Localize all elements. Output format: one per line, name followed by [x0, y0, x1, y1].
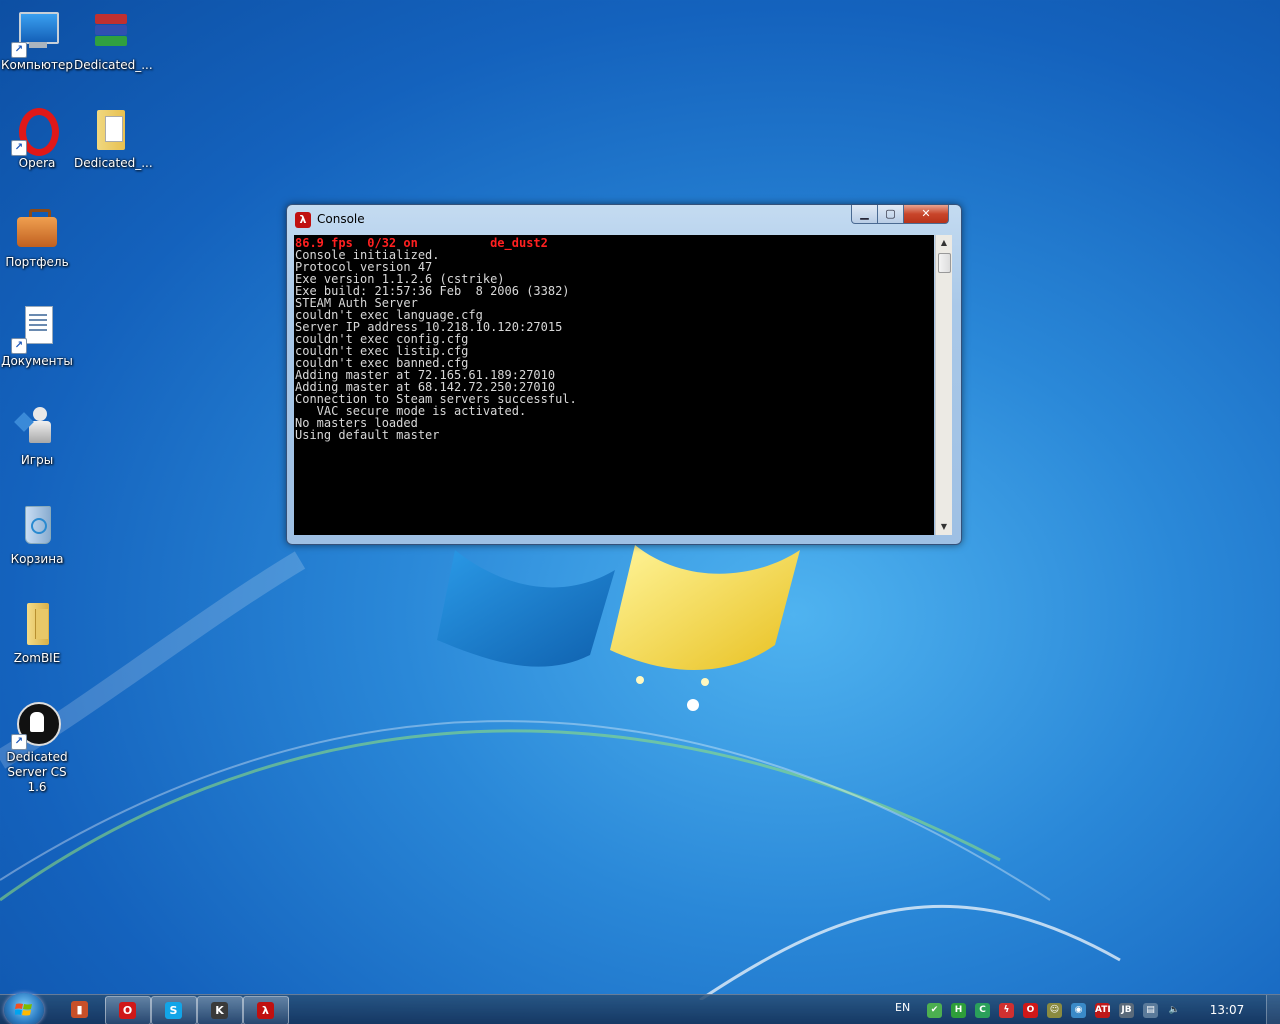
half-life-icon: λ	[295, 212, 311, 228]
desktop-icon-label: Dedicated_...	[74, 58, 153, 72]
desktop-icon-zombie-folder[interactable]: ZomBIE	[0, 601, 74, 666]
vertical-scrollbar[interactable]: ▲ ▼	[935, 235, 952, 535]
windows-start-icon	[15, 1003, 32, 1016]
desktop-icon-label: Корзина	[10, 552, 64, 566]
clock[interactable]: 13:07	[1205, 1003, 1249, 1017]
tray-network-icon[interactable]: ▤	[1143, 1003, 1158, 1018]
tray-icon-3[interactable]: C	[975, 1003, 990, 1018]
console-line: Using default master	[295, 428, 440, 442]
maximize-button[interactable]: ▢	[877, 205, 904, 224]
show-desktop-button[interactable]	[1266, 995, 1280, 1024]
tray-icon-2[interactable]: H	[951, 1003, 966, 1018]
language-indicator[interactable]: EN	[895, 1001, 910, 1014]
scroll-thumb[interactable]	[938, 253, 951, 273]
desktop-icon-label: Портфель	[5, 255, 69, 269]
counter-strike-icon: K	[211, 1002, 228, 1019]
tray-icon-1[interactable]: ✔	[927, 1003, 942, 1018]
window-title: Console	[317, 212, 365, 226]
desktop-icon-documents[interactable]: ↗ Документы	[0, 304, 74, 369]
taskbar-cs[interactable]: K	[197, 996, 243, 1024]
minimize-button[interactable]: ▁	[851, 205, 878, 224]
tray-icon-6[interactable]: ☺	[1047, 1003, 1062, 1018]
desktop-icon-label: Opera	[18, 156, 56, 170]
console-window[interactable]: λ Console ▁ ▢ ✕ 86.9 fps 0/32 on de_dust…	[286, 204, 962, 545]
skype-icon: S	[165, 1002, 182, 1019]
briefcase-icon	[13, 205, 61, 253]
desktop-icon-computer[interactable]: ↗ Компьютер	[0, 8, 74, 73]
tray-volume-icon[interactable]: 🔈	[1167, 1003, 1182, 1018]
folder-icon	[13, 601, 61, 649]
taskbar-skype[interactable]: S	[151, 996, 197, 1024]
tray-icon-7[interactable]: ◉	[1071, 1003, 1086, 1018]
taskbar-console[interactable]: λ	[243, 996, 289, 1024]
taskbar-app-1[interactable]: ▮	[58, 996, 102, 1023]
desktop-icon-dedicated-folder[interactable]: Dedicated_...	[74, 106, 153, 171]
tray-icon-9[interactable]: JB	[1119, 1003, 1134, 1018]
desktop-icon-games[interactable]: Игры	[0, 403, 74, 468]
recycle-bin-icon	[13, 502, 61, 550]
windows-logo-wallpaper	[437, 545, 800, 711]
console-output[interactable]: 86.9 fps 0/32 on de_dust2 Console initia…	[294, 235, 934, 535]
tray-opera-icon[interactable]: O	[1023, 1003, 1038, 1018]
computer-icon: ↗	[11, 8, 61, 58]
documents-icon: ↗	[11, 304, 61, 354]
tray-icon-4[interactable]: ϟ	[999, 1003, 1014, 1018]
desktop-icon-dedicated-server[interactable]: ↗ Dedicated Server CS 1.6	[0, 700, 74, 795]
scroll-up-arrow-icon[interactable]: ▲	[936, 235, 952, 251]
desktop-icon-label: Игры	[20, 453, 54, 467]
desktop-icon-dedicated-archive[interactable]: Dedicated_...	[74, 8, 153, 73]
taskbar-opera[interactable]: O	[105, 996, 151, 1024]
dedicated-server-icon: ↗	[11, 700, 61, 750]
opera-icon: ↗	[11, 106, 61, 156]
title-bar[interactable]: λ Console ▁ ▢ ✕	[287, 205, 961, 233]
start-button[interactable]	[4, 993, 44, 1024]
desktop-icon-briefcase[interactable]: Портфель	[0, 205, 74, 270]
games-icon	[13, 403, 61, 451]
close-button[interactable]: ✕	[903, 205, 949, 224]
scroll-down-arrow-icon[interactable]: ▼	[936, 519, 952, 535]
folder-icon	[87, 106, 135, 154]
opera-icon: O	[119, 1002, 136, 1019]
desktop-icon-label: Dedicated Server CS 1.6	[6, 750, 68, 794]
desktop-icon-label: Документы	[1, 354, 73, 368]
app-icon: ▮	[71, 1001, 88, 1018]
winrar-archive-icon	[87, 8, 135, 56]
desktop-icon-label: Компьютер	[1, 58, 73, 72]
desktop-icon-recycle-bin[interactable]: Корзина	[0, 502, 74, 567]
taskbar: ▮ O S Kλ EN ✔ H Cϟ O ☺ ◉ ATI JB ▤ 🔈 13:07	[0, 993, 1280, 1024]
half-life-icon: λ	[257, 1002, 274, 1019]
tray-ati-icon[interactable]: ATI	[1095, 1003, 1111, 1018]
desktop-icon-opera[interactable]: ↗ Opera	[0, 106, 74, 171]
desktop-icon-label: Dedicated_...	[74, 156, 153, 170]
desktop-icon-label: ZomBIE	[13, 651, 61, 665]
